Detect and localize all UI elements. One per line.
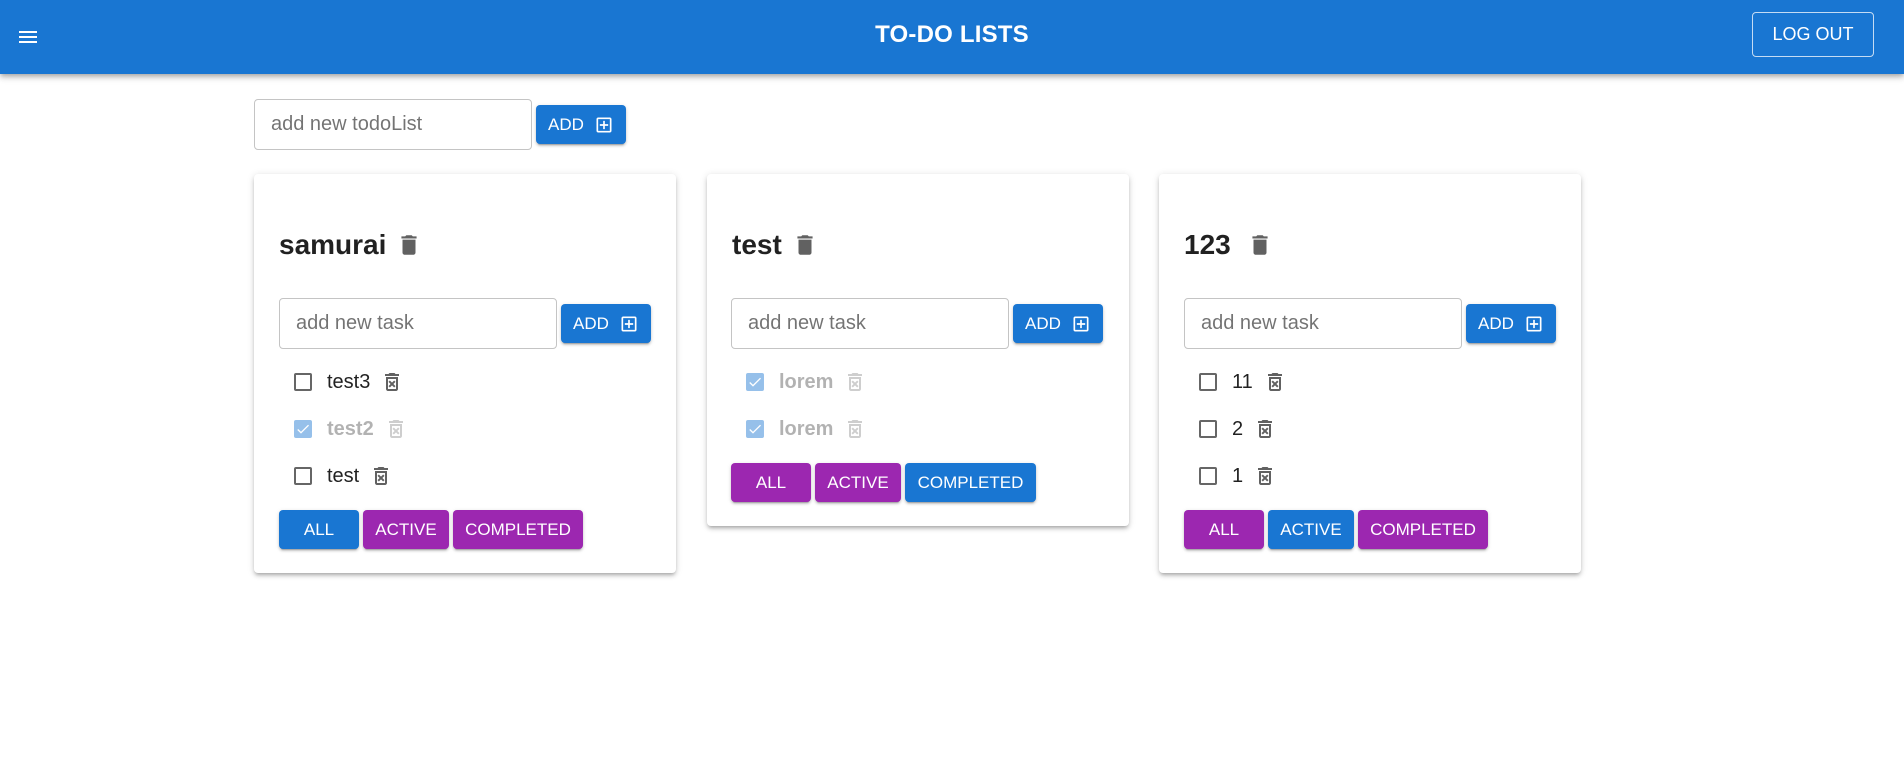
task-item: 1: [1184, 456, 1277, 496]
delete-forever-icon: [1267, 373, 1282, 391]
delete-icon: [401, 235, 417, 255]
filter-all-button[interactable]: ALL: [731, 463, 811, 502]
add-box-icon: [621, 316, 637, 331]
add-task-label: ADD: [573, 313, 609, 333]
add-box-icon: [596, 117, 612, 132]
delete-task-button[interactable]: [384, 417, 408, 441]
filter-completed-button[interactable]: COMPLETED: [453, 510, 583, 549]
task-checkbox[interactable]: [746, 420, 764, 438]
menu-icon: [19, 31, 37, 43]
filter-completed-button[interactable]: COMPLETED: [1358, 510, 1488, 549]
task-label[interactable]: 2: [1232, 418, 1243, 441]
new-task-input[interactable]: [1184, 298, 1462, 349]
add-todolist-label: ADD: [548, 114, 584, 134]
delete-forever-icon: [848, 373, 863, 391]
filter-active-button[interactable]: ACTIVE: [363, 510, 449, 549]
todolist-header: samurai: [279, 229, 422, 261]
delete-list-button[interactable]: [396, 232, 422, 258]
delete-icon: [797, 235, 813, 255]
new-task-input[interactable]: [731, 298, 1009, 349]
delete-forever-icon: [388, 420, 403, 438]
delete-icon: [1252, 235, 1268, 255]
task-checkbox[interactable]: [294, 373, 312, 391]
delete-task-button[interactable]: [1253, 464, 1277, 488]
todolist-header: 123: [1184, 229, 1273, 261]
add-task-label: ADD: [1025, 313, 1061, 333]
task-checkbox[interactable]: [1199, 420, 1217, 438]
task-label[interactable]: lorem: [779, 418, 833, 441]
delete-task-button[interactable]: [843, 370, 867, 394]
logout-button[interactable]: LOG OUT: [1752, 12, 1874, 57]
delete-forever-icon: [374, 467, 389, 485]
task-item: 11: [1184, 362, 1287, 402]
add-task-button[interactable]: ADD: [561, 304, 651, 343]
add-task-button[interactable]: ADD: [1466, 304, 1556, 343]
task-checkbox[interactable]: [1199, 373, 1217, 391]
delete-task-button[interactable]: [380, 370, 404, 394]
task-item: lorem: [731, 409, 867, 449]
add-task-button[interactable]: ADD: [1013, 304, 1103, 343]
app-title: TO-DO LISTS: [875, 21, 1029, 48]
task-label[interactable]: lorem: [779, 371, 833, 394]
check-icon: [749, 424, 761, 434]
task-label[interactable]: test2: [327, 418, 374, 441]
filter-all-button[interactable]: ALL: [1184, 510, 1264, 549]
task-checkbox[interactable]: [1199, 467, 1217, 485]
task-label[interactable]: test: [327, 465, 359, 488]
delete-list-button[interactable]: [792, 232, 818, 258]
task-checkbox[interactable]: [294, 467, 312, 485]
task-item: lorem: [731, 362, 867, 402]
todolist-header: test: [732, 229, 818, 261]
task-label[interactable]: 1: [1232, 465, 1243, 488]
delete-list-button[interactable]: [1247, 232, 1273, 258]
task-checkbox[interactable]: [746, 373, 764, 391]
app-bar: TO-DO LISTS LOG OUT: [0, 0, 1904, 74]
todolist-title[interactable]: samurai: [279, 229, 386, 261]
task-item: test3: [279, 362, 404, 402]
task-label[interactable]: 11: [1232, 371, 1253, 394]
add-task-label: ADD: [1478, 313, 1514, 333]
todolist-title[interactable]: 123: [1184, 229, 1231, 261]
filter-active-button[interactable]: ACTIVE: [1268, 510, 1354, 549]
filter-completed-button[interactable]: COMPLETED: [905, 463, 1036, 502]
delete-task-button[interactable]: [1263, 370, 1287, 394]
add-box-icon: [1526, 316, 1542, 331]
task-checkbox[interactable]: [294, 420, 312, 438]
todolist-card: samurai ADD test3 test2 test ALL ACTIVE …: [254, 174, 676, 573]
menu-button[interactable]: [8, 17, 48, 57]
todolist-card: test ADD lorem lorem ALL ACTIVE COMPLETE…: [707, 174, 1129, 526]
task-item: test2: [279, 409, 408, 449]
delete-forever-icon: [385, 373, 400, 391]
new-task-input[interactable]: [279, 298, 557, 349]
task-label[interactable]: test3: [327, 371, 370, 394]
todolist-card: 123 ADD 11 2 1 ALL ACTIVE COMPLETED: [1159, 174, 1581, 573]
check-icon: [749, 377, 761, 387]
filter-all-button[interactable]: ALL: [279, 510, 359, 549]
delete-task-button[interactable]: [1253, 417, 1277, 441]
new-todolist-input[interactable]: [254, 99, 532, 150]
delete-task-button[interactable]: [369, 464, 393, 488]
task-item: 2: [1184, 409, 1277, 449]
todolist-title[interactable]: test: [732, 229, 782, 261]
delete-forever-icon: [1258, 420, 1273, 438]
add-box-icon: [1073, 316, 1089, 331]
delete-forever-icon: [848, 420, 863, 438]
delete-task-button[interactable]: [843, 417, 867, 441]
add-todolist-button[interactable]: ADD: [536, 105, 626, 144]
task-item: test: [279, 456, 393, 496]
check-icon: [297, 424, 309, 434]
delete-forever-icon: [1258, 467, 1273, 485]
filter-active-button[interactable]: ACTIVE: [815, 463, 901, 502]
